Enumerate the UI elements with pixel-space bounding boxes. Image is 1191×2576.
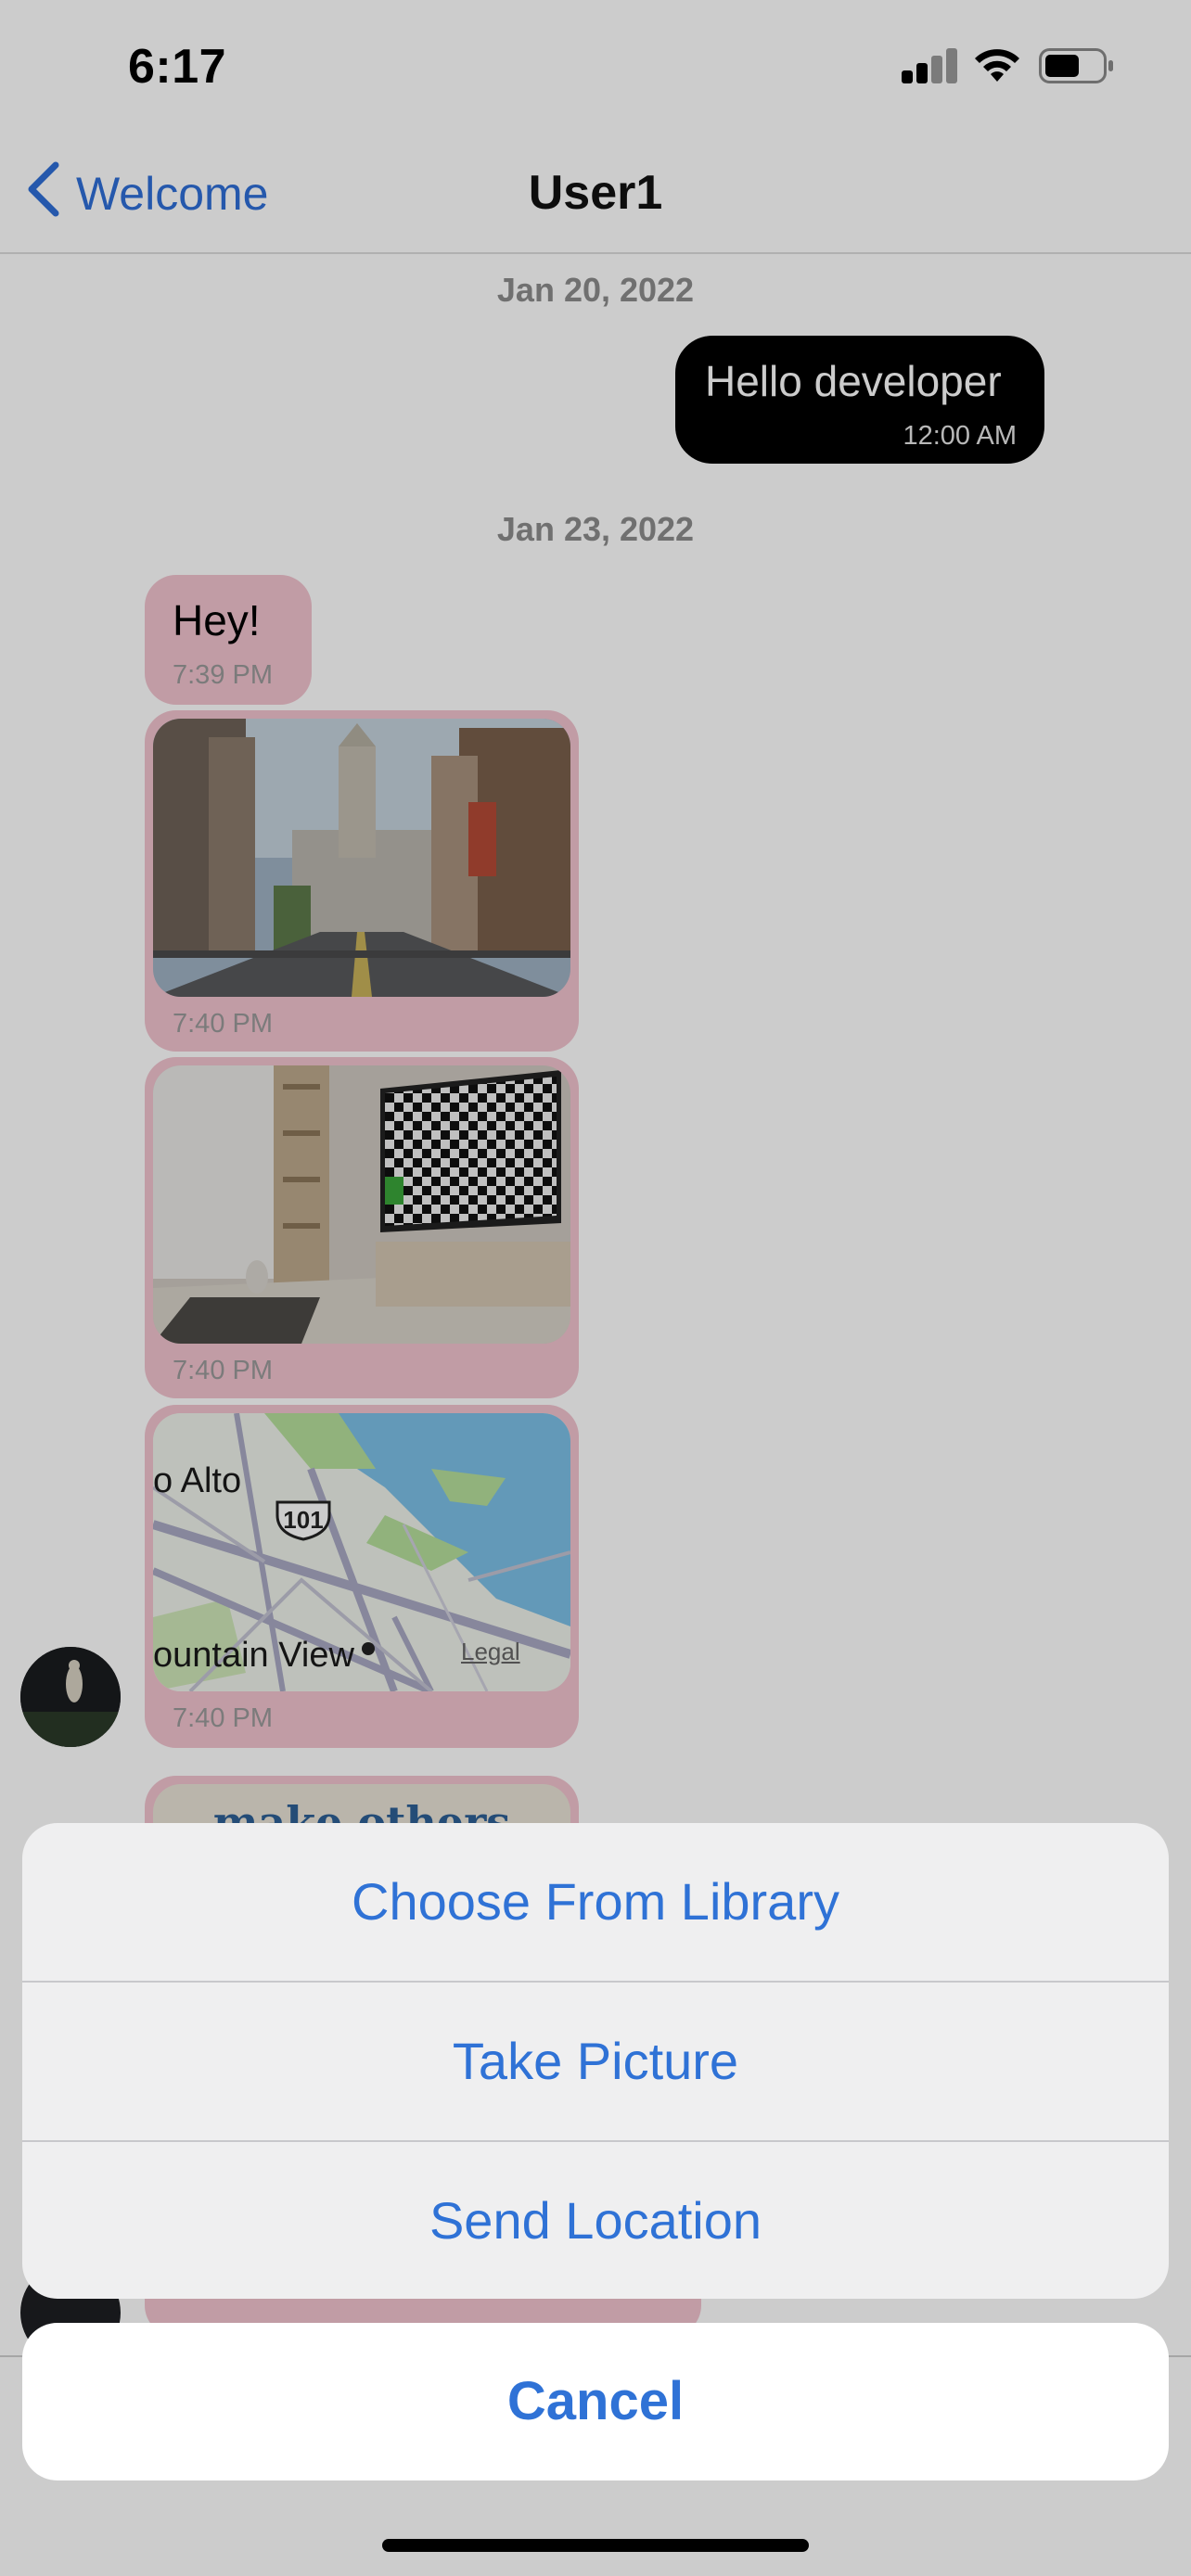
home-indicator[interactable] <box>382 2539 809 2552</box>
choose-from-library-button[interactable]: Choose From Library <box>22 1823 1169 1981</box>
chat-screen: 6:17 Welcome User1 Jan 20, 2022 Hello de… <box>0 0 1191 2576</box>
send-location-button[interactable]: Send Location <box>22 2142 1169 2299</box>
action-sheet: Choose From Library Take Picture Send Lo… <box>22 1823 1169 2299</box>
cancel-button[interactable]: Cancel <box>22 2323 1169 2480</box>
take-picture-button[interactable]: Take Picture <box>22 1983 1169 2140</box>
